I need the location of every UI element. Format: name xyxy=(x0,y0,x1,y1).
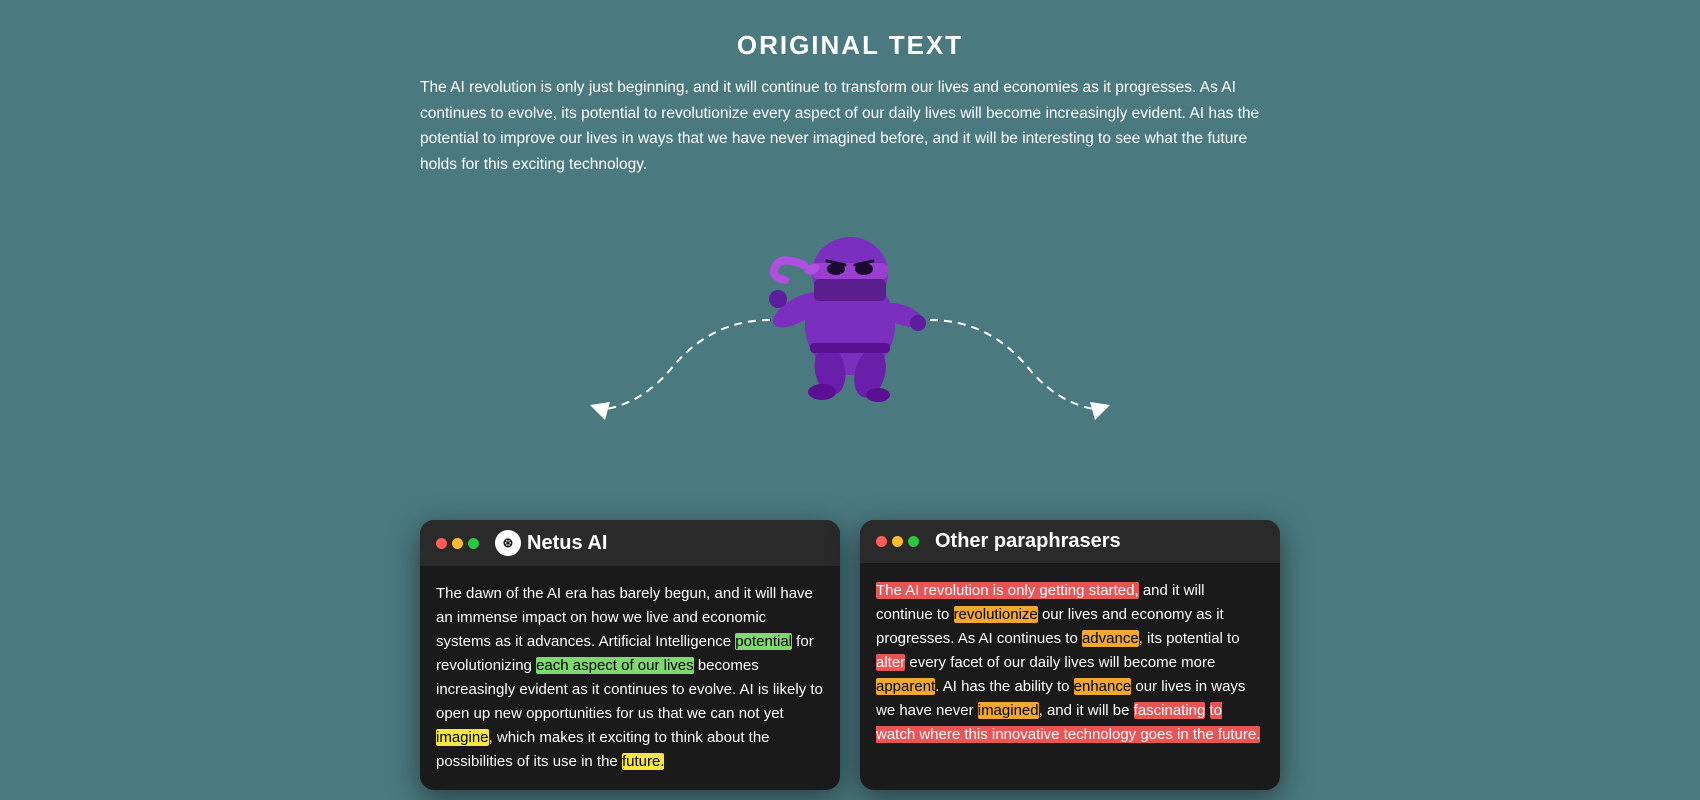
other-dot-yellow xyxy=(892,536,903,547)
dot-yellow xyxy=(452,538,463,549)
other-panel-title: Other paraphrasers xyxy=(935,530,1121,553)
other-highlight-1: The AI revolution is only getting starte… xyxy=(876,582,1139,599)
other-dot-red xyxy=(876,536,887,547)
netus-panel: ⊛ Netus AI The dawn of the AI era has ba… xyxy=(420,520,840,790)
other-highlight-enhance: enhance xyxy=(1074,678,1132,695)
netus-highlight-future: future. xyxy=(622,753,665,770)
netus-highlight-each: each aspect of our lives xyxy=(536,657,694,674)
other-panel-body: The AI revolution is only getting starte… xyxy=(860,563,1280,763)
page-container: ORIGINAL TEXT The AI revolution is only … xyxy=(0,0,1700,800)
original-text-title: ORIGINAL TEXT xyxy=(420,30,1280,61)
other-title-text: Other paraphrasers xyxy=(935,530,1121,553)
other-text-7: , and it will be xyxy=(1039,702,1134,719)
other-highlight-alter: alter xyxy=(876,654,905,671)
other-text-5: . AI has the ability to xyxy=(935,678,1073,695)
panels-row: ⊛ Netus AI The dawn of the AI era has ba… xyxy=(420,520,1280,790)
netus-panel-body: The dawn of the AI era has barely begun,… xyxy=(420,566,840,790)
netus-panel-title: ⊛ Netus AI xyxy=(495,530,607,556)
dot-green xyxy=(468,538,479,549)
other-text-8 xyxy=(1205,702,1209,719)
other-highlight-advance: advance xyxy=(1082,630,1139,647)
netus-traffic-lights xyxy=(436,538,479,549)
other-titlebar: Other paraphrasers xyxy=(860,520,1280,563)
other-highlight-revolutionize: revolutionize xyxy=(954,606,1038,623)
ninja-character xyxy=(750,195,950,415)
other-traffic-lights xyxy=(876,536,919,547)
other-text-4: every facet of our daily lives will beco… xyxy=(905,654,1215,671)
netus-highlight-potential: potential xyxy=(735,633,792,650)
other-highlight-fascinating: fascinating xyxy=(1134,702,1206,719)
other-highlight-apparent: apparent xyxy=(876,678,935,695)
netus-logo-icon: ⊛ xyxy=(495,530,521,556)
netus-highlight-imagine: imagine xyxy=(436,729,489,746)
netus-title-text: Netus AI xyxy=(527,532,607,555)
other-panel: Other paraphrasers The AI revolution is … xyxy=(860,520,1280,790)
netus-titlebar: ⊛ Netus AI xyxy=(420,520,840,566)
dot-red xyxy=(436,538,447,549)
other-highlight-imagined: imagined xyxy=(978,702,1039,719)
original-text-body: The AI revolution is only just beginning… xyxy=(420,75,1280,177)
other-text-3: , its potential to xyxy=(1139,630,1240,647)
original-text-section: ORIGINAL TEXT The AI revolution is only … xyxy=(420,30,1280,177)
other-dot-green xyxy=(908,536,919,547)
